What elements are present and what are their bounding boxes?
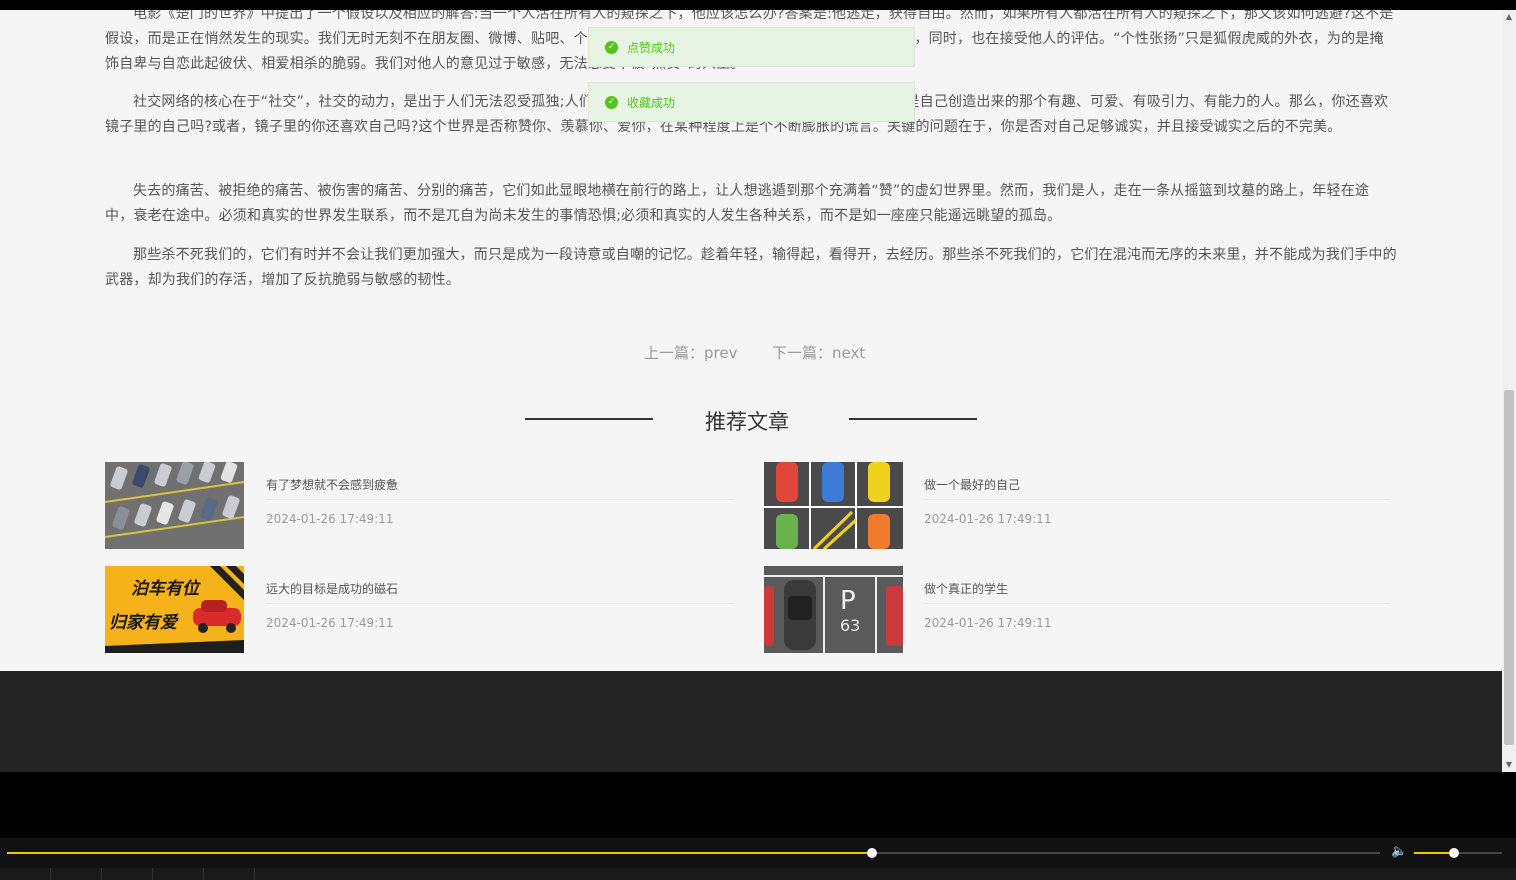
volume-handle[interactable] bbox=[1448, 848, 1459, 858]
volume-level bbox=[1414, 852, 1454, 854]
scroll-up-arrow-icon[interactable]: ▲ bbox=[1502, 10, 1516, 24]
taskbar-slot[interactable] bbox=[204, 868, 255, 880]
card-divider bbox=[924, 603, 1390, 604]
card-date: 2024-01-26 17:49:11 bbox=[266, 512, 394, 526]
spot-number: 63 bbox=[840, 616, 861, 635]
recommend-heading: 推荐文章 bbox=[705, 410, 789, 434]
next-article-link[interactable]: 下一篇：next bbox=[772, 342, 865, 363]
card-title-link[interactable]: 做一个最好的自己 bbox=[924, 476, 1020, 493]
banner-text-line2: 归家有爱 bbox=[109, 613, 177, 633]
banner-text-line1: 泊车有位 bbox=[131, 579, 199, 599]
heading-divider-right bbox=[849, 418, 977, 420]
card-thumbnail-parking-spot[interactable]: P 63 bbox=[764, 566, 903, 653]
toast-message: 收藏成功 bbox=[627, 96, 676, 110]
card-divider bbox=[924, 499, 1390, 500]
card-divider bbox=[266, 603, 734, 604]
card-divider bbox=[266, 499, 734, 500]
taskbar-slot[interactable] bbox=[0, 868, 51, 880]
card-title-link[interactable]: 有了梦想就不会感到疲惫 bbox=[266, 476, 398, 493]
card-thumbnail-parking-lot[interactable] bbox=[105, 462, 244, 549]
like-success-toast: ✓ 点赞成功 bbox=[588, 27, 915, 67]
page-scrollbar[interactable]: ▲ ▼ bbox=[1502, 10, 1516, 772]
check-circle-icon: ✓ bbox=[605, 96, 618, 109]
card-thumbnail-parking-banner[interactable]: 泊车有位 归家有爱 bbox=[105, 566, 244, 653]
toast-message: 点赞成功 bbox=[627, 41, 676, 55]
favorite-success-toast: ✓ 收藏成功 bbox=[588, 82, 915, 122]
prev-article-link[interactable]: 上一篇：prev bbox=[644, 342, 737, 363]
article-paragraph: 那些杀不死我们的，它们有时并不会让我们更加强大，而只是成为一段诗意或自嘲的记忆。… bbox=[105, 247, 1397, 288]
card-thumbnail-parked-cars[interactable] bbox=[764, 462, 903, 549]
article-body: 那些杀不死我们的，它们有时并不会让我们更加强大，而只是成为一段诗意或自嘲的记忆。… bbox=[105, 243, 1397, 293]
card-date: 2024-01-26 17:49:11 bbox=[266, 616, 394, 630]
browser-viewport: 电影《楚门的世界》中提出了一个假设以及相应的解答:当一个人活在所有人的窥探之下，… bbox=[0, 10, 1502, 772]
card-title-link[interactable]: 做个真正的学生 bbox=[924, 580, 1008, 597]
taskbar-slot[interactable] bbox=[153, 868, 204, 880]
seek-bar[interactable] bbox=[7, 848, 1380, 858]
spot-letter: P bbox=[840, 586, 856, 616]
page-footer bbox=[0, 671, 1502, 772]
taskbar bbox=[0, 868, 1516, 880]
card-title-link[interactable]: 远大的目标是成功的磁石 bbox=[266, 580, 398, 597]
check-circle-icon: ✓ bbox=[605, 41, 618, 54]
card-date: 2024-01-26 17:49:11 bbox=[924, 616, 1052, 630]
heading-divider-left bbox=[525, 418, 653, 420]
volume-slider[interactable] bbox=[1414, 848, 1502, 858]
card-date: 2024-01-26 17:49:11 bbox=[924, 512, 1052, 526]
scroll-down-arrow-icon[interactable]: ▼ bbox=[1502, 758, 1516, 772]
article-paragraph: 失去的痛苦、被拒绝的痛苦、被伤害的痛苦、分别的痛苦，它们如此显眼地横在前行的路上… bbox=[105, 183, 1370, 224]
seek-handle[interactable] bbox=[866, 848, 877, 858]
taskbar-slot[interactable] bbox=[51, 868, 102, 880]
volume-icon[interactable]: 🔈 bbox=[1391, 844, 1407, 859]
seek-progress bbox=[7, 852, 872, 854]
scrollbar-thumb[interactable] bbox=[1504, 390, 1514, 745]
taskbar-slot[interactable] bbox=[102, 868, 153, 880]
article-body: 失去的痛苦、被拒绝的痛苦、被伤害的痛苦、分别的痛苦，它们如此显眼地横在前行的路上… bbox=[105, 179, 1397, 229]
